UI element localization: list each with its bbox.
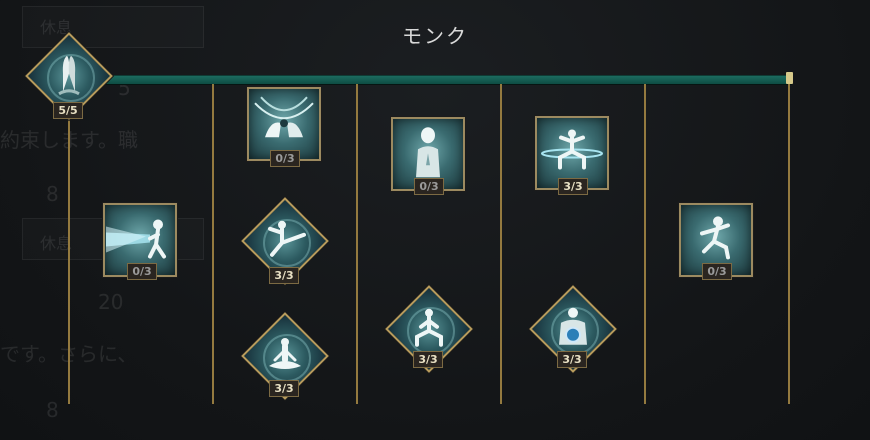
guardian-orb-icon <box>559 307 587 345</box>
node-count: 0/3 <box>127 263 157 280</box>
node-count: 3/3 <box>269 267 299 284</box>
swirling-hands-icon <box>254 96 314 138</box>
node-count: 3/3 <box>558 178 588 195</box>
node-count: 3/3 <box>269 380 299 397</box>
meditation-icon <box>269 338 301 369</box>
skill-node-root-prayer[interactable]: 5/5 <box>25 32 113 120</box>
skill-node-wind-stance[interactable]: 3/3 <box>535 116 609 195</box>
tier-line-3 <box>356 84 358 404</box>
skill-node-energy-beam[interactable]: 0/3 <box>103 203 177 280</box>
tier-line-4 <box>500 84 502 404</box>
node-count: 5/5 <box>53 102 83 119</box>
energy-blast-icon <box>106 219 166 259</box>
bg-text-8: 8 <box>46 398 59 422</box>
node-count: 0/3 <box>270 150 300 167</box>
leaping-monk-icon <box>700 216 730 260</box>
skill-node-leaping-strike[interactable]: 0/3 <box>679 203 753 280</box>
stance-icon <box>415 308 443 347</box>
node-count: 0/3 <box>702 263 732 280</box>
node-count: 3/3 <box>413 351 443 368</box>
praying-hands-icon <box>58 55 80 96</box>
skill-node-swirling-hands[interactable]: 0/3 <box>247 87 321 167</box>
tier-line-6 <box>788 84 790 404</box>
flying-kick-icon <box>268 220 306 257</box>
skill-node-inner-focus[interactable]: 0/3 <box>391 117 465 195</box>
node-count: 0/3 <box>414 178 444 195</box>
progress-end-marker <box>786 72 793 84</box>
node-count: 3/3 <box>557 351 587 368</box>
bg-text-4: 8 <box>46 182 59 206</box>
skill-node-flying-kick[interactable]: 3/3 <box>241 197 329 285</box>
tier-line-5 <box>644 84 646 404</box>
skill-tree-panel: 休息 5 約束します。職 8 休息 20 です。さらに、 8 モンク 5/5 <box>0 0 870 440</box>
tree-progress-fill <box>86 76 789 84</box>
tier-line-1 <box>68 84 70 404</box>
class-title: モンク <box>402 24 468 48</box>
tier-line-2 <box>212 84 214 404</box>
skill-node-horse-stance[interactable]: 3/3 <box>385 285 473 373</box>
bg-text-6: 20 <box>98 290 124 314</box>
skill-node-guardian-orb[interactable]: 3/3 <box>529 285 617 373</box>
tree-progress-bar <box>86 75 792 85</box>
wind-stance-icon <box>541 129 603 170</box>
prayer-monk-icon <box>416 127 440 178</box>
skill-node-seated-meditation[interactable]: 3/3 <box>241 312 329 400</box>
